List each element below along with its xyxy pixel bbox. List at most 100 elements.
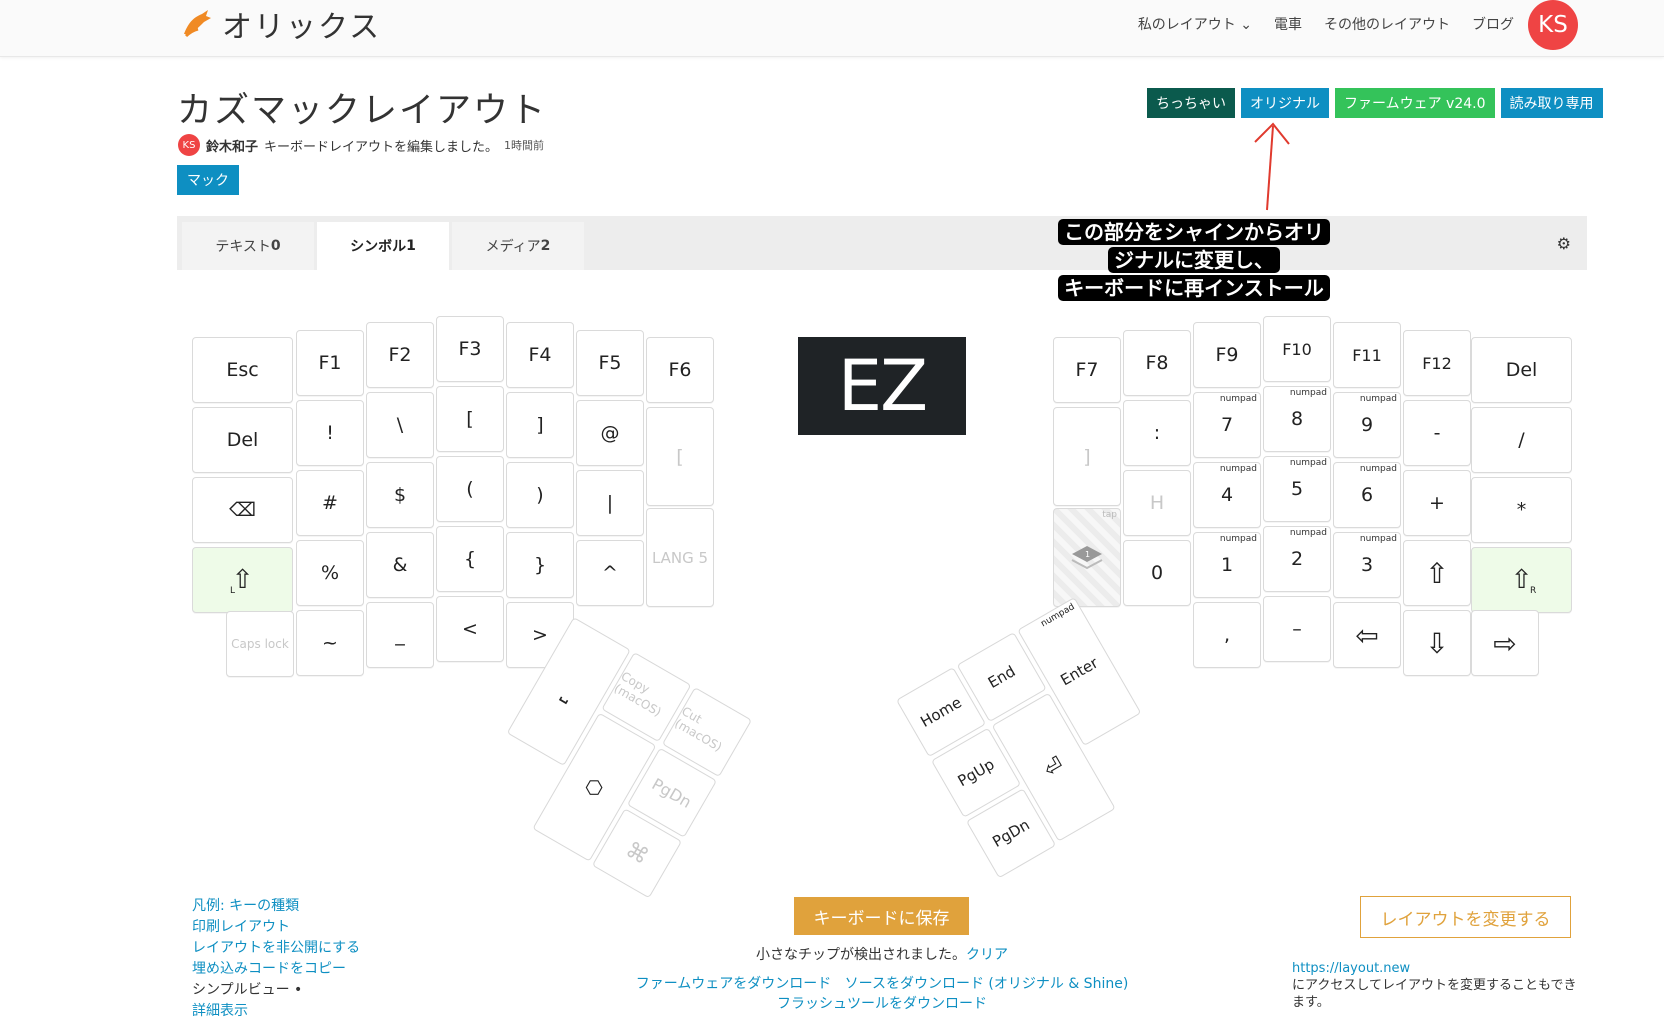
key-f8[interactable]: F8	[1123, 330, 1191, 396]
key-shift-left[interactable]: ⇧ L	[192, 547, 293, 613]
key-num7[interactable]: numpad 7	[1193, 392, 1261, 458]
key-rparen[interactable]: )	[506, 462, 574, 528]
key-arrow-right[interactable]: ⇨	[1471, 610, 1539, 676]
key-num6[interactable]: numpad 6	[1333, 462, 1401, 528]
nav-other-layouts[interactable]: その他のレイアウト	[1324, 14, 1450, 34]
key-esc[interactable]: Esc	[192, 337, 293, 403]
key-hash[interactable]: #	[296, 470, 364, 536]
save-to-keyboard-button[interactable]: キーボードに保存	[794, 897, 969, 935]
key-comma[interactable]: ,	[1193, 602, 1261, 668]
user-avatar[interactable]: KS	[1528, 0, 1578, 50]
key-plus[interactable]: +	[1403, 470, 1471, 536]
key-f7[interactable]: F7	[1053, 337, 1121, 403]
key-lbracket[interactable]: [	[436, 386, 504, 452]
key-shift-right[interactable]: ⇧ R	[1471, 547, 1572, 613]
logo-text: オリックス	[222, 10, 382, 45]
key-num4[interactable]: numpad 4	[1193, 462, 1261, 528]
edit-time: 1時間前	[504, 139, 545, 152]
key-rbracket-faded[interactable]: ]	[1053, 407, 1121, 506]
key-f5[interactable]: F5	[576, 330, 644, 396]
download-firmware-link[interactable]: ファームウェアをダウンロード	[636, 976, 832, 992]
link-simple-view[interactable]: シンプルビュー •	[192, 980, 360, 1001]
arrow-down-icon: ⇩	[1425, 626, 1449, 660]
arrow-up-icon: ⇧	[1425, 556, 1449, 590]
key-f12[interactable]: F12	[1403, 330, 1471, 396]
link-detail-view[interactable]: 詳細表示	[192, 1001, 360, 1022]
author-name[interactable]: 鈴木和子	[206, 136, 258, 155]
key-f6[interactable]: F6	[646, 337, 714, 403]
key-num8[interactable]: numpad 8	[1263, 386, 1331, 452]
link-print[interactable]: 印刷レイアウト	[192, 917, 360, 938]
key-exclaim[interactable]: !	[296, 400, 364, 466]
key-lbracket-faded[interactable]: [	[646, 407, 714, 506]
key-at[interactable]: @	[576, 400, 644, 466]
key-f11[interactable]: F11	[1333, 322, 1401, 388]
tab-text[interactable]: テキスト 0	[182, 222, 314, 270]
key-lparen[interactable]: (	[436, 456, 504, 522]
key-arrow-up[interactable]: ⇧	[1403, 540, 1471, 606]
download-source-link[interactable]: ソースをダウンロード (オリジナル & Shine)	[845, 976, 1129, 992]
author-avatar[interactable]: KS	[178, 134, 200, 156]
change-layout-button[interactable]: レイアウトを変更する	[1360, 896, 1571, 938]
change-note: https://layout.new にアクセスしてレイアウトを変更することもで…	[1292, 960, 1582, 1011]
ez-logo: EZ	[798, 337, 966, 435]
key-num2[interactable]: numpad 2	[1263, 526, 1331, 592]
key-dollar[interactable]: $	[366, 462, 434, 528]
key-f9[interactable]: F9	[1193, 322, 1261, 388]
key-f4[interactable]: F4	[506, 322, 574, 388]
key-rbrace[interactable]: }	[506, 532, 574, 598]
key-lang5[interactable]: LANG 5	[646, 508, 714, 607]
link-private[interactable]: レイアウトを非公開にする	[192, 938, 360, 959]
tab-media[interactable]: メディア 2	[452, 222, 584, 270]
key-lbrace[interactable]: {	[436, 526, 504, 592]
key-backspace[interactable]: ⌫	[192, 477, 293, 543]
key-minus[interactable]: -	[1403, 400, 1471, 466]
key-arrow-down[interactable]: ⇩	[1403, 610, 1471, 676]
key-arrow-left[interactable]: ⇦	[1333, 602, 1401, 668]
layer-tabs: テキスト 0 シンボル 1 メディア 2 ⚙	[177, 216, 1587, 270]
key-f10[interactable]: F10	[1263, 316, 1331, 382]
key-ampersand[interactable]: &	[366, 532, 434, 598]
nav-blog[interactable]: ブログ	[1472, 14, 1514, 34]
badge-tiny[interactable]: ちっちゃい	[1147, 88, 1235, 118]
cube-icon: ⬡	[580, 772, 608, 802]
badge-firmware[interactable]: ファームウェア v24.0	[1335, 88, 1495, 118]
key-underscore[interactable]: _	[366, 602, 434, 668]
key-rbracket[interactable]: ]	[506, 392, 574, 458]
link-legend[interactable]: 凡例: キーの種類	[192, 896, 360, 917]
logo[interactable]: オリックス	[178, 2, 381, 46]
key-pipe[interactable]: |	[576, 470, 644, 536]
key-backslash[interactable]: \	[366, 392, 434, 458]
key-caret[interactable]: ^	[576, 540, 644, 606]
key-num3[interactable]: numpad 3	[1333, 532, 1401, 598]
key-caps-lock[interactable]: Caps lock	[226, 611, 294, 677]
key-colon[interactable]: :	[1123, 400, 1191, 466]
layout-new-link[interactable]: https://layout.new	[1292, 960, 1582, 977]
key-less[interactable]: <	[436, 596, 504, 662]
key-asterisk[interactable]: *	[1471, 477, 1572, 543]
clear-link[interactable]: クリア	[966, 947, 1008, 963]
main-nav: 私のレイアウト ⌄ 電車 その他のレイアウト ブログ	[1138, 14, 1514, 34]
key-percent[interactable]: %	[296, 540, 364, 606]
key-num1[interactable]: numpad 1	[1193, 532, 1261, 598]
link-embed[interactable]: 埋め込みコードをコピー	[192, 959, 360, 980]
key-endash[interactable]: –	[1263, 596, 1331, 662]
key-slash[interactable]: /	[1471, 407, 1572, 473]
key-f1[interactable]: F1	[296, 330, 364, 396]
key-del-right[interactable]: Del	[1471, 337, 1572, 403]
chevron-down-icon: ⌄	[1235, 17, 1252, 33]
key-f3[interactable]: F3	[436, 316, 504, 382]
key-h-faded[interactable]: H	[1123, 470, 1191, 536]
gear-icon[interactable]: ⚙	[1557, 234, 1571, 253]
badge-original[interactable]: オリジナル	[1241, 88, 1329, 118]
badge-readonly[interactable]: 読み取り専用	[1500, 88, 1603, 118]
tag-mac[interactable]: マック	[177, 165, 239, 195]
key-del-left[interactable]: Del	[192, 407, 293, 473]
nav-my-layouts[interactable]: 私のレイアウト ⌄	[1138, 14, 1252, 34]
key-num5[interactable]: numpad 5	[1263, 456, 1331, 522]
tab-symbol[interactable]: シンボル 1	[317, 222, 449, 270]
key-num9[interactable]: numpad 9	[1333, 392, 1401, 458]
key-f2[interactable]: F2	[366, 322, 434, 388]
key-tilde[interactable]: ~	[296, 610, 364, 676]
nav-train[interactable]: 電車	[1274, 14, 1302, 34]
